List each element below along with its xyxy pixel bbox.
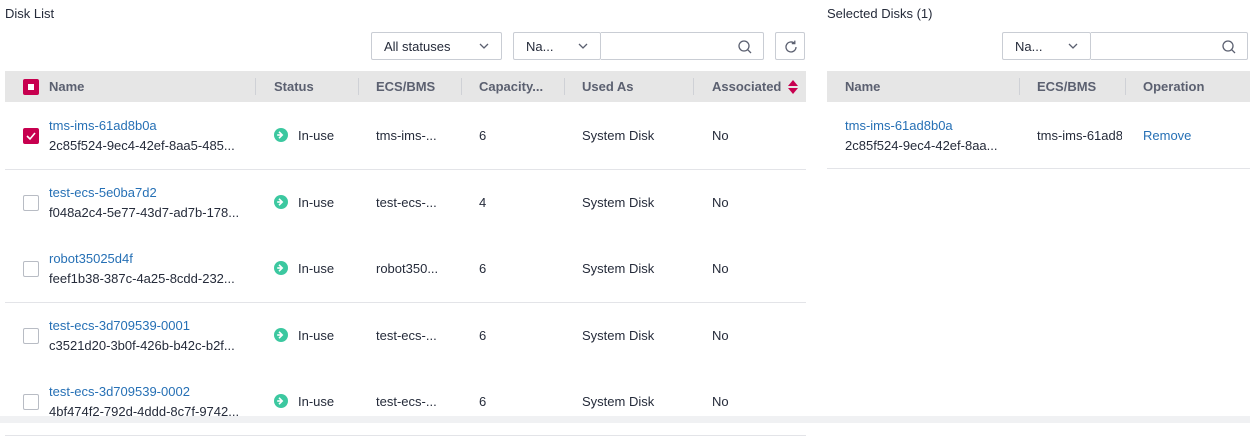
refresh-icon: [785, 40, 797, 53]
disk-search-input[interactable]: [601, 33, 737, 59]
associated-value: No: [712, 394, 729, 409]
associated-value: No: [712, 328, 729, 343]
row-checkbox[interactable]: [23, 328, 39, 344]
capacity-value: 6: [479, 261, 487, 276]
used-as-value: System Disk: [582, 195, 655, 210]
selected-search-input[interactable]: [1091, 33, 1227, 59]
in-use-status-icon: [274, 328, 288, 342]
ecs-name: test-ecs-...: [376, 394, 437, 409]
disk-name-link[interactable]: test-ecs-5e0ba7d2: [49, 185, 157, 200]
bottom-scroll-area: [0, 416, 1250, 423]
used-as-value: System Disk: [582, 128, 655, 143]
sort-icon[interactable]: [787, 79, 799, 95]
ecs-name: tms-ims-...: [376, 128, 437, 143]
disk-id: f048a2c4-5e77-43d7-ad7b-178...: [49, 205, 240, 220]
disk-list-title: Disk List: [5, 6, 55, 21]
table-row[interactable]: test-ecs-3d709539-0002 4bf474f2-792d-4dd…: [5, 369, 806, 436]
associated-value: No: [712, 128, 729, 143]
disk-search-box[interactable]: [601, 32, 764, 60]
ecs-name: test-ecs-...: [376, 328, 437, 343]
row-checkbox[interactable]: [23, 195, 39, 211]
chevron-down-icon: [479, 43, 489, 49]
column-header-name[interactable]: Name: [49, 71, 84, 102]
capacity-value: 6: [479, 128, 487, 143]
capacity-value: 6: [479, 394, 487, 409]
used-as-value: System Disk: [582, 328, 655, 343]
disk-id: feef1b38-387c-4a25-8cdd-232...: [49, 271, 235, 286]
status-text: In-use: [298, 328, 335, 343]
selected-disk-id: 2c85f524-9ec4-42ef-8aa...: [845, 138, 998, 153]
column-header-status[interactable]: Status: [274, 71, 314, 102]
disk-id: 2c85f524-9ec4-42ef-8aa5-485...: [49, 138, 235, 153]
chevron-down-icon: [1068, 43, 1078, 49]
disk-name-link[interactable]: test-ecs-3d709539-0001: [49, 318, 190, 333]
in-use-status-icon: [274, 195, 288, 209]
disk-name-link[interactable]: robot35025d4f: [49, 251, 133, 266]
ecs-name: test-ecs-...: [376, 195, 437, 210]
used-as-value: System Disk: [582, 261, 655, 276]
disk-id: c3521d20-3b0f-426b-b42c-b2f...: [49, 338, 235, 353]
column-header-ecs[interactable]: ECS/BMS: [376, 71, 435, 102]
row-checkbox[interactable]: [23, 394, 39, 410]
column-header-used-as[interactable]: Used As: [582, 71, 634, 102]
selected-ecs-name: tms-ims-61ad8l: [1037, 128, 1122, 143]
table-row[interactable]: test-ecs-5e0ba7d2 f048a2c4-5e77-43d7-ad7…: [5, 170, 806, 237]
chevron-down-icon: [578, 43, 588, 49]
in-use-status-icon: [274, 394, 288, 408]
selected-column-header-operation: Operation: [1143, 79, 1205, 94]
selected-table-header: Name ECS/BMS Operation: [827, 71, 1250, 102]
selected-disk-name-link[interactable]: tms-ims-61ad8b0a: [845, 118, 953, 133]
used-as-value: System Disk: [582, 394, 655, 409]
row-checkbox[interactable]: [23, 261, 39, 277]
column-header-associated[interactable]: Associated: [712, 71, 781, 102]
selected-table-row[interactable]: tms-ims-61ad8b0a 2c85f524-9ec4-42ef-8aa.…: [827, 103, 1250, 169]
disk-name-link[interactable]: tms-ims-61ad8b0a: [49, 118, 157, 133]
remove-button[interactable]: Remove: [1143, 128, 1191, 143]
selected-search-field-value: Na...: [1015, 38, 1043, 54]
status-text: In-use: [298, 394, 335, 409]
status-text: In-use: [298, 261, 335, 276]
associated-value: No: [712, 261, 729, 276]
search-icon[interactable]: [737, 39, 753, 55]
checkmark-icon: [26, 132, 36, 141]
status-text: In-use: [298, 195, 335, 210]
select-all-checkbox[interactable]: [23, 79, 39, 95]
ecs-name: robot350...: [376, 261, 439, 276]
search-field-select[interactable]: Na...: [513, 32, 601, 60]
capacity-value: 4: [479, 195, 487, 210]
status-filter-select[interactable]: All statuses: [371, 32, 502, 60]
table-row[interactable]: robot35025d4f feef1b38-387c-4a25-8cdd-23…: [5, 236, 806, 303]
associated-value: No: [712, 195, 729, 210]
table-row[interactable]: tms-ims-61ad8b0a 2c85f524-9ec4-42ef-8aa5…: [5, 103, 806, 170]
table-row[interactable]: test-ecs-3d709539-0001 c3521d20-3b0f-426…: [5, 303, 806, 370]
selected-column-header-name[interactable]: Name: [845, 71, 880, 102]
selected-search-box[interactable]: [1091, 32, 1248, 60]
selected-disks-title: Selected Disks (1): [827, 6, 933, 21]
disk-name-link[interactable]: test-ecs-3d709539-0002: [49, 384, 190, 399]
selected-column-header-ecs[interactable]: ECS/BMS: [1037, 71, 1096, 102]
status-text: In-use: [298, 128, 335, 143]
disk-table-header: Name Status ECS/BMS Capacity... Used As …: [5, 71, 806, 102]
refresh-button[interactable]: [775, 32, 805, 60]
in-use-status-icon: [274, 261, 288, 275]
in-use-status-icon: [274, 128, 288, 142]
search-icon[interactable]: [1221, 39, 1237, 55]
row-checkbox[interactable]: [23, 128, 39, 144]
column-header-capacity[interactable]: Capacity...: [479, 71, 543, 102]
search-field-value: Na...: [526, 38, 554, 54]
status-filter-value: All statuses: [384, 38, 451, 54]
selected-search-field-select[interactable]: Na...: [1002, 32, 1091, 60]
capacity-value: 6: [479, 328, 487, 343]
